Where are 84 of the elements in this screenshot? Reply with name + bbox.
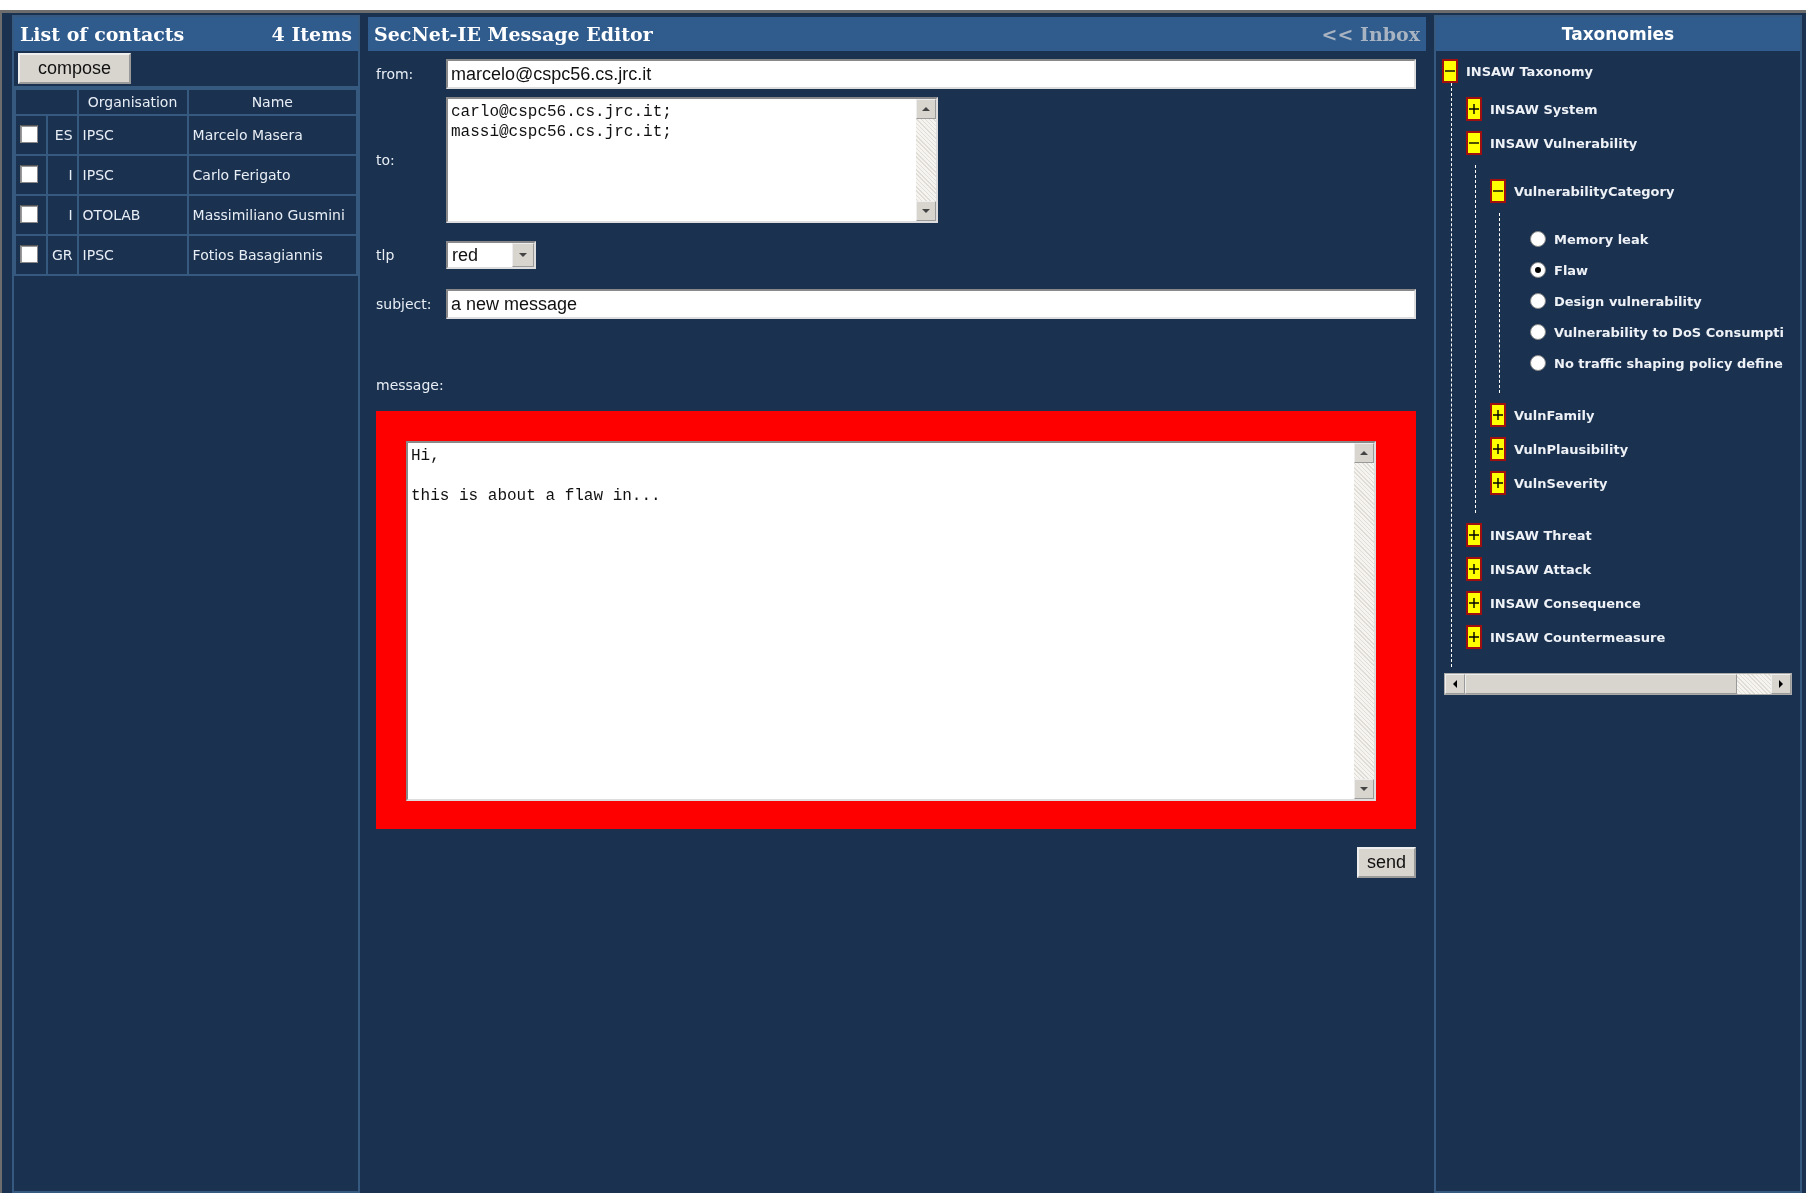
option-label: Memory leak: [1554, 231, 1649, 247]
message-field[interactable]: Hi, this is about a flaw in...: [406, 441, 1376, 801]
field-label: from:: [376, 66, 415, 82]
collapse-toggle[interactable]: [1490, 179, 1506, 203]
table-cell: IPSC: [77, 155, 188, 195]
plus-icon: [1468, 529, 1480, 541]
tlp-select[interactable]: red: [446, 241, 536, 269]
expand-toggle[interactable]: [1490, 471, 1506, 495]
table-cell: I: [47, 155, 78, 195]
table-cell: Marcelo Masera: [187, 115, 357, 155]
table-cell: I: [47, 195, 78, 235]
option-label: Vulnerability to DoS Consumpti: [1554, 324, 1784, 340]
field-label: tlp: [376, 247, 396, 263]
plus-icon: [1468, 597, 1480, 609]
radio-button[interactable]: [1530, 231, 1546, 247]
column-header: Name: [187, 89, 357, 115]
panel-title: List of contacts: [20, 23, 185, 45]
scrollbar[interactable]: [1354, 443, 1374, 799]
collapse-toggle[interactable]: [1442, 59, 1458, 83]
right-arrow-icon: [1777, 680, 1785, 688]
radio-button[interactable]: [1530, 262, 1546, 278]
tree-node-label[interactable]: INSAW Vulnerability: [1490, 135, 1638, 151]
expand-toggle[interactable]: [1466, 557, 1482, 581]
checkbox[interactable]: [20, 244, 38, 263]
table-cell: Carlo Ferigato: [187, 155, 357, 195]
table-cell: Fotios Basagiannis: [187, 235, 357, 275]
up-arrow-icon: [922, 105, 930, 113]
tree-node-label[interactable]: VulnSeverity: [1514, 475, 1608, 491]
expand-toggle[interactable]: [1466, 591, 1482, 615]
expand-toggle[interactable]: [1466, 625, 1482, 649]
to-field[interactable]: carlo@cspc56.cs.jrc.it; massi@cspc56.cs.jrc.it;: [446, 97, 938, 223]
plus-icon: [1468, 103, 1480, 115]
send-button[interactable]: send: [1356, 847, 1416, 878]
radio-button[interactable]: [1530, 324, 1546, 340]
horizontal-scrollbar[interactable]: [1444, 673, 1792, 695]
tree-node-label[interactable]: INSAW Consequence: [1490, 595, 1641, 611]
down-arrow-icon: [519, 251, 527, 259]
compose-button[interactable]: compose: [18, 53, 132, 84]
expand-toggle[interactable]: [1466, 523, 1482, 547]
tree-node-label[interactable]: VulnPlausibility: [1514, 441, 1629, 457]
tree-node-label[interactable]: INSAW Threat: [1490, 527, 1592, 543]
expand-toggle[interactable]: [1466, 97, 1482, 121]
scrollbar[interactable]: [916, 99, 936, 221]
option-label: Flaw: [1554, 262, 1589, 278]
radio-button[interactable]: [1530, 355, 1546, 371]
table-cell: Massimiliano Gusmini: [187, 195, 357, 235]
from-field[interactable]: marcelo@cspc56.cs.jrc.it: [446, 59, 1416, 89]
panel-title: SecNet-IE Message Editor: [374, 23, 653, 45]
column-header: Organisation: [77, 89, 188, 115]
collapse-toggle[interactable]: [1466, 131, 1482, 155]
checkbox[interactable]: [20, 164, 38, 183]
plus-icon: [1492, 443, 1504, 455]
table-cell: ES: [47, 115, 78, 155]
table-cell: IPSC: [77, 115, 188, 155]
plus-icon: [1492, 477, 1504, 489]
plus-icon: [1468, 563, 1480, 575]
subject-field[interactable]: a new message: [446, 289, 1416, 319]
item-count: 4 Items: [271, 23, 352, 45]
field-label: to:: [376, 152, 396, 168]
table-cell: GR: [47, 235, 78, 275]
tree-node-label[interactable]: INSAW System: [1490, 101, 1598, 117]
left-arrow-icon: [1451, 680, 1459, 688]
tree-node-label[interactable]: INSAW Countermeasure: [1490, 629, 1666, 645]
field-label: message:: [376, 377, 445, 393]
option-label: Design vulnerability: [1554, 293, 1702, 309]
expand-toggle[interactable]: [1490, 403, 1506, 427]
down-arrow-icon: [1360, 785, 1368, 793]
tree-node-label[interactable]: INSAW Taxonomy: [1466, 63, 1593, 79]
table-cell: IPSC: [77, 235, 188, 275]
option-label: No traffic shaping policy define: [1554, 355, 1783, 371]
tree-node-label[interactable]: VulnFamily: [1514, 407, 1595, 423]
checkbox[interactable]: [20, 204, 38, 223]
tree-node-label[interactable]: INSAW Attack: [1490, 561, 1592, 577]
expand-toggle[interactable]: [1490, 437, 1506, 461]
radio-button[interactable]: [1530, 293, 1546, 309]
table-cell: OTOLAB: [77, 195, 188, 235]
down-arrow-icon: [922, 207, 930, 215]
tree-node-label[interactable]: VulnerabilityCategory: [1514, 183, 1675, 199]
plus-icon: [1492, 409, 1504, 421]
panel-title: Taxonomies: [1561, 24, 1675, 44]
field-label: subject:: [376, 296, 433, 312]
up-arrow-icon: [1360, 449, 1368, 457]
plus-icon: [1468, 631, 1480, 643]
checkbox[interactable]: [20, 124, 38, 143]
